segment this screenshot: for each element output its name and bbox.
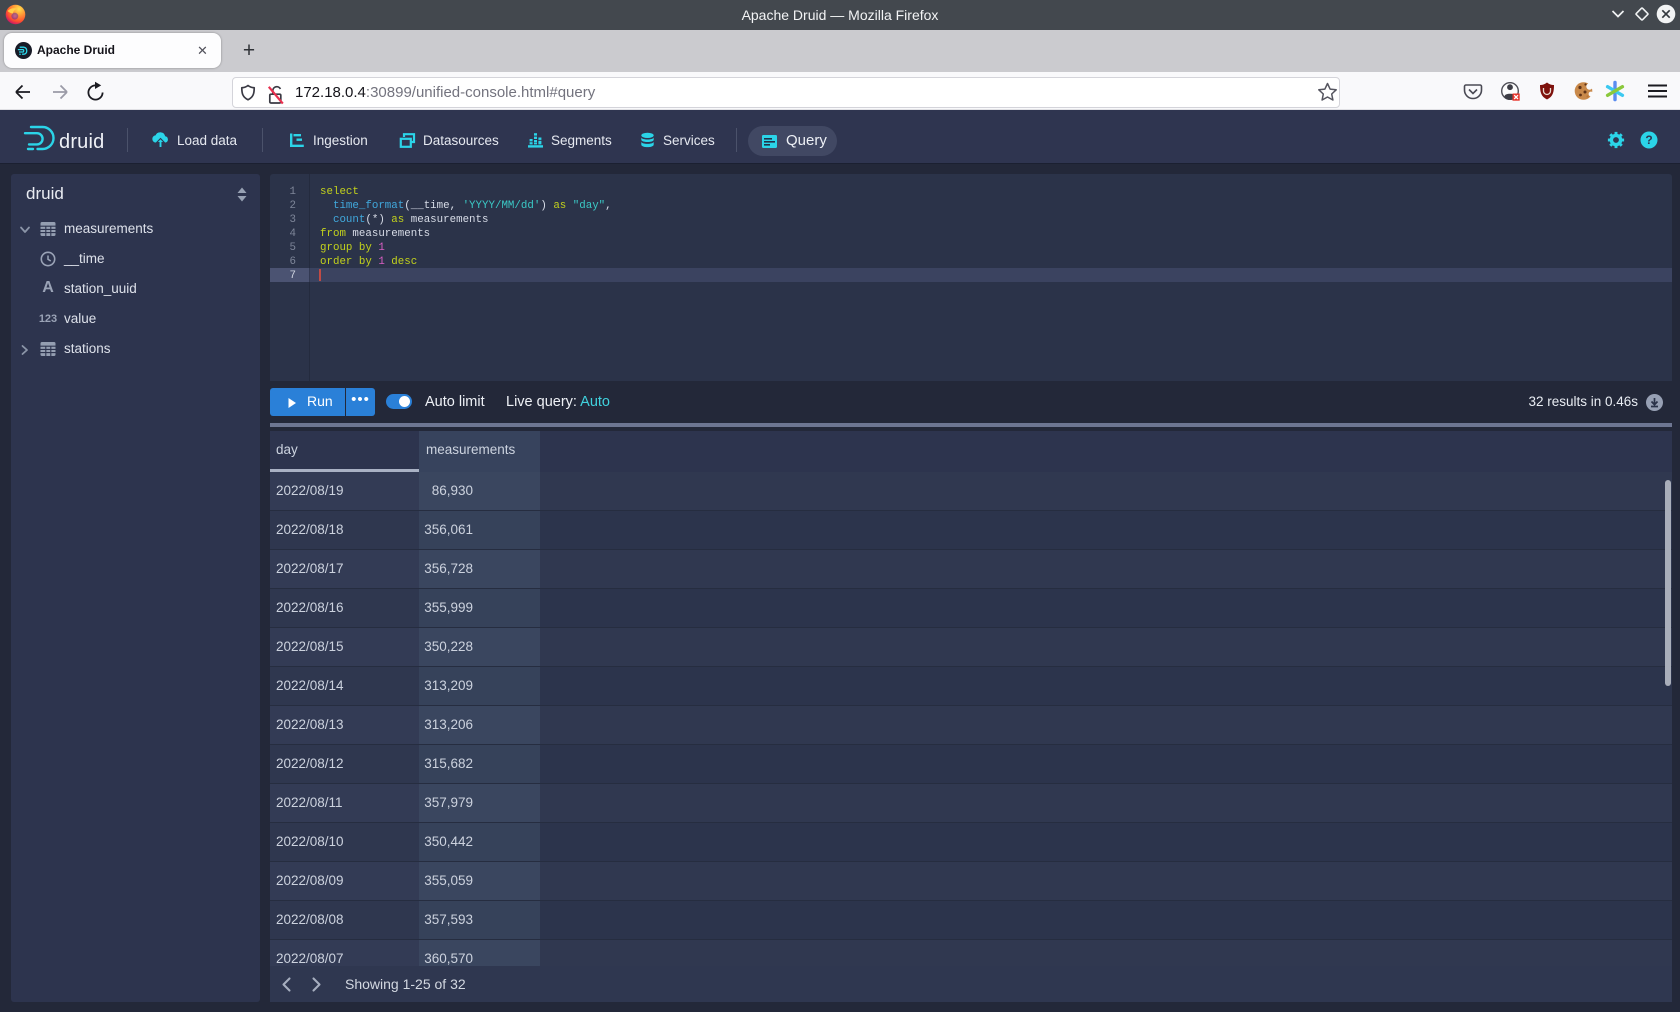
svg-text:?: ?	[1645, 133, 1652, 147]
